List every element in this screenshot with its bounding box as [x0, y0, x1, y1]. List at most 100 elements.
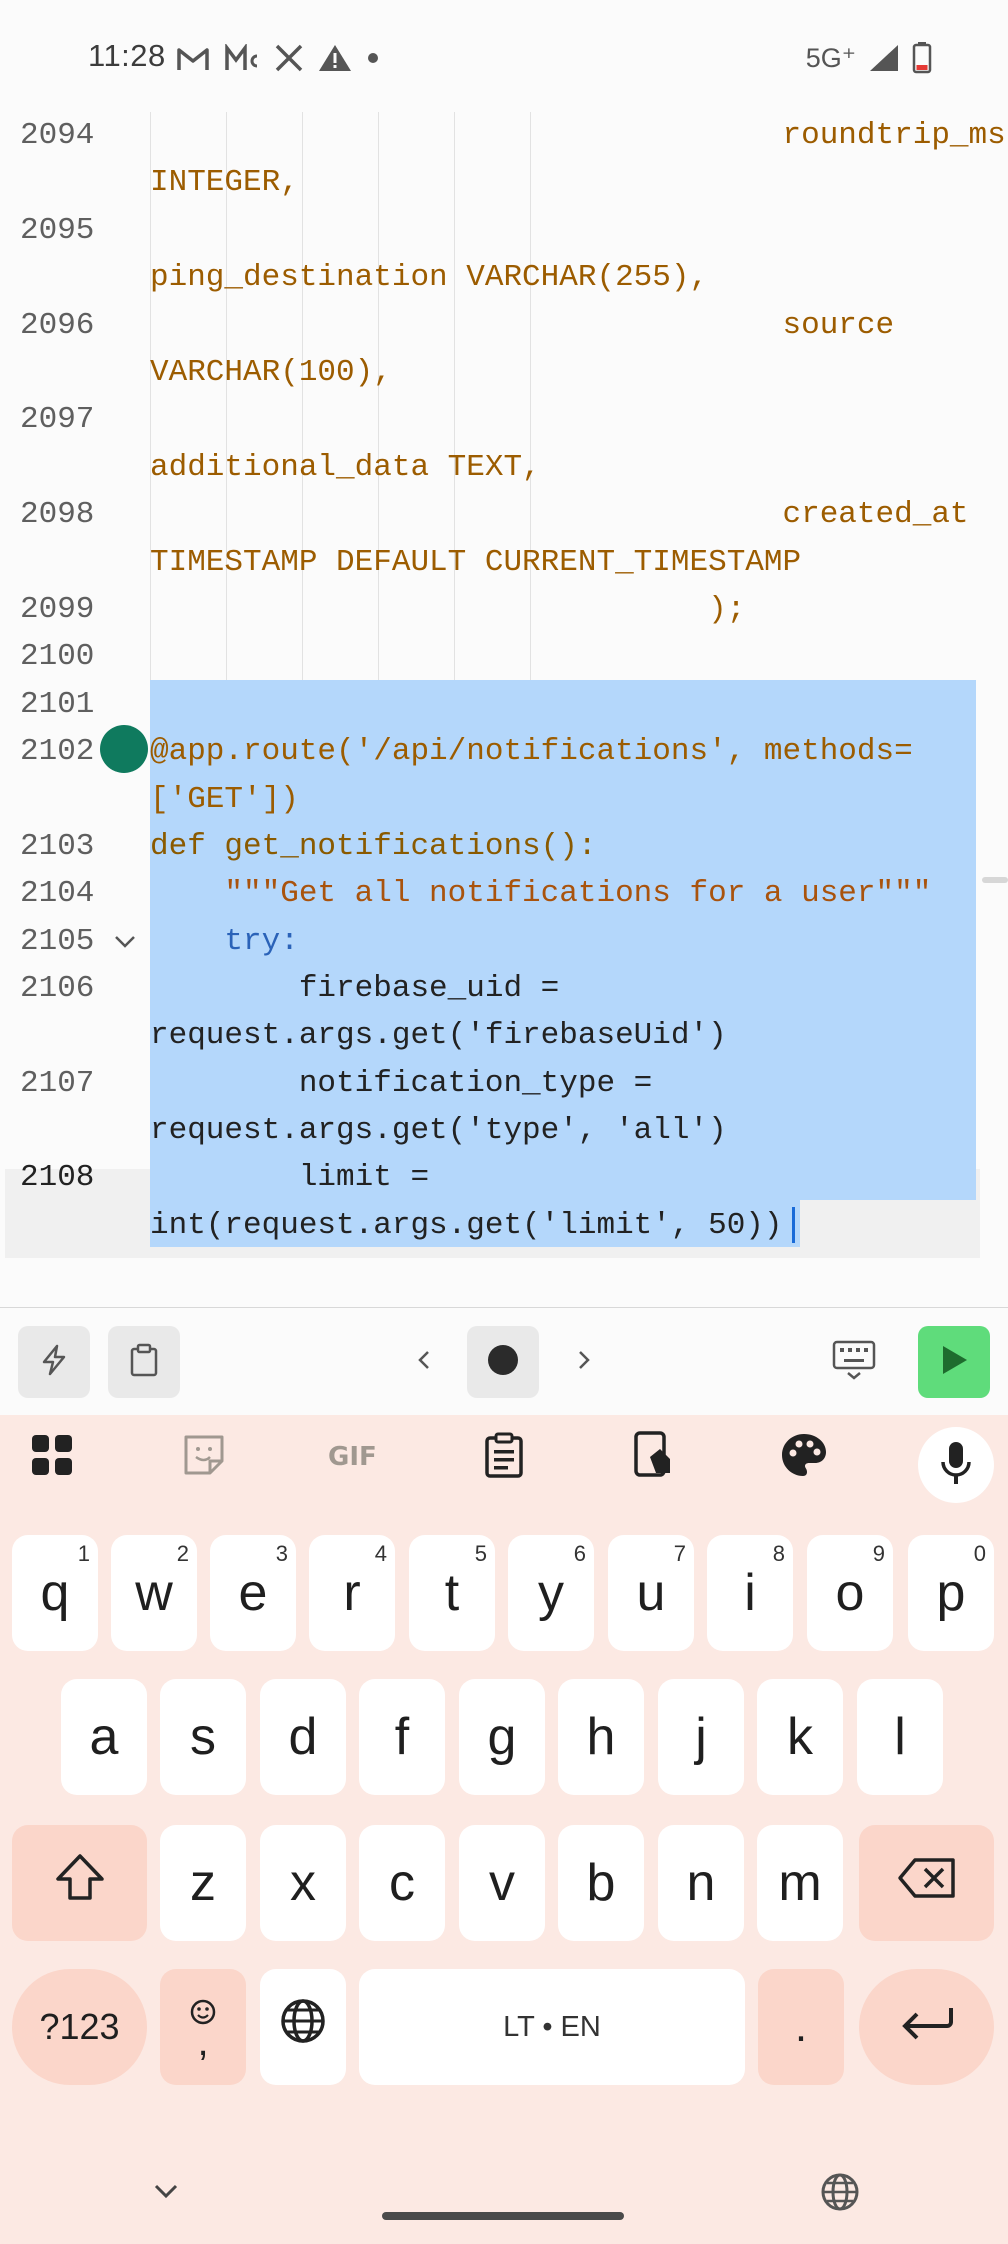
- line-text: @app.route('/api/notifications', methods…: [150, 734, 913, 769]
- line-text: created_at: [150, 497, 969, 532]
- line-text: request.args.get('firebaseUid'): [150, 1018, 727, 1053]
- key-b[interactable]: b: [558, 1825, 644, 1941]
- key-label: p: [936, 1564, 966, 1622]
- key-s[interactable]: s: [160, 1679, 246, 1795]
- line-number: 2096: [20, 308, 95, 343]
- signal-icon: [868, 43, 900, 73]
- enter-key[interactable]: [859, 1969, 994, 2085]
- key-n[interactable]: n: [658, 1825, 744, 1941]
- line-number: 2101: [20, 687, 95, 722]
- apps-grid-button[interactable]: [22, 1427, 82, 1487]
- keyboard-icon: [832, 1340, 876, 1385]
- key-i[interactable]: i8: [707, 1535, 793, 1651]
- key-v[interactable]: v: [459, 1825, 545, 1941]
- key-d[interactable]: d: [260, 1679, 346, 1795]
- key-hint: 5: [474, 1541, 487, 1566]
- line-text: """Get all notifications for a user""": [150, 876, 932, 911]
- microphone-icon: [939, 1440, 973, 1491]
- code-editor[interactable]: 2094 roundtrip_ms INTEGER, 2095 ping_des…: [0, 112, 1008, 1307]
- key-label: r: [343, 1564, 361, 1622]
- clipboard-list-icon: [484, 1432, 524, 1483]
- key-y[interactable]: y6: [508, 1535, 594, 1651]
- language-key[interactable]: [260, 1969, 346, 2085]
- key-f[interactable]: f: [359, 1679, 445, 1795]
- key-label: ?123: [39, 2006, 120, 2047]
- key-label: i: [744, 1564, 756, 1622]
- key-label: j: [695, 1708, 707, 1766]
- key-o[interactable]: o9: [807, 1535, 893, 1651]
- line-text: request.args.get('type', 'all'): [150, 1113, 727, 1148]
- key-p[interactable]: p0: [908, 1535, 994, 1651]
- key-e[interactable]: e3: [210, 1535, 296, 1651]
- line-number: 2105: [20, 924, 95, 959]
- scrollbar-thumb[interactable]: [982, 877, 1008, 883]
- toggle-keyboard-button[interactable]: [818, 1326, 890, 1398]
- key-m[interactable]: m: [757, 1825, 843, 1941]
- key-label: t: [444, 1564, 460, 1622]
- key-h[interactable]: h: [558, 1679, 644, 1795]
- one-handed-button[interactable]: [624, 1427, 684, 1487]
- voice-input-button[interactable]: [918, 1427, 994, 1503]
- notification-icons: [176, 38, 394, 78]
- key-k[interactable]: k: [757, 1679, 843, 1795]
- line-number: 2100: [20, 639, 95, 674]
- key-hint: 3: [275, 1541, 288, 1566]
- key-t[interactable]: t5: [409, 1535, 495, 1651]
- key-l[interactable]: l: [857, 1679, 943, 1795]
- key-label: e: [238, 1564, 268, 1622]
- key-g[interactable]: g: [459, 1679, 545, 1795]
- sticker-button[interactable]: [174, 1427, 234, 1487]
- hide-keyboard-chevron-icon[interactable]: [150, 2178, 182, 2207]
- quick-actions-button[interactable]: [18, 1326, 90, 1398]
- key-a[interactable]: a: [61, 1679, 147, 1795]
- key-x[interactable]: x: [260, 1825, 346, 1941]
- record-icon: [486, 1343, 520, 1382]
- line-text: INTEGER,: [150, 165, 299, 200]
- clipboard-button[interactable]: [108, 1326, 180, 1398]
- key-label: v: [489, 1854, 515, 1912]
- key-label: y: [538, 1564, 564, 1622]
- key-label: h: [586, 1708, 616, 1766]
- period-key[interactable]: .: [758, 1969, 844, 2085]
- line-number: 2094: [20, 118, 95, 153]
- key-r[interactable]: r4: [309, 1535, 395, 1651]
- apps-grid-icon: [30, 1433, 74, 1482]
- breakpoint-marker[interactable]: [100, 725, 148, 773]
- symbols-key[interactable]: ?123: [12, 1969, 147, 2085]
- key-label: ,: [197, 2020, 209, 2064]
- svg-text:GIF: GIF: [328, 1442, 377, 1470]
- theme-button[interactable]: [774, 1427, 834, 1487]
- line-number: 2097: [20, 402, 95, 437]
- fold-chevron-icon[interactable]: [110, 926, 140, 961]
- gif-button[interactable]: GIF: [324, 1427, 384, 1487]
- clipboard-manager-button[interactable]: [474, 1427, 534, 1487]
- key-label: x: [290, 1854, 316, 1912]
- run-button[interactable]: [918, 1326, 990, 1398]
- app-notification-icon: [224, 44, 260, 72]
- line-text: ['GET']): [150, 782, 299, 817]
- system-icons: 5G⁺: [794, 38, 932, 78]
- key-z[interactable]: z: [160, 1825, 246, 1941]
- key-j[interactable]: j: [658, 1679, 744, 1795]
- key-label: z: [190, 1854, 216, 1912]
- line-text: roundtrip_ms: [150, 118, 1006, 153]
- backspace-key[interactable]: [859, 1825, 994, 1941]
- record-button[interactable]: [467, 1326, 539, 1398]
- cursor-right-button[interactable]: [562, 1326, 606, 1398]
- comma-emoji-key[interactable]: ,: [160, 1969, 246, 2085]
- key-u[interactable]: u7: [608, 1535, 694, 1651]
- line-text: int(request.args.get('limit', 50)): [150, 1208, 783, 1243]
- key-q[interactable]: q1: [12, 1535, 98, 1651]
- shift-key[interactable]: [12, 1825, 147, 1941]
- key-label: o: [835, 1564, 865, 1622]
- cursor-left-button[interactable]: [402, 1326, 446, 1398]
- backspace-icon: [897, 1853, 957, 1913]
- key-label: w: [135, 1564, 173, 1622]
- key-w[interactable]: w2: [111, 1535, 197, 1651]
- key-c[interactable]: c: [359, 1825, 445, 1941]
- home-indicator[interactable]: [382, 2212, 624, 2220]
- language-switch-icon[interactable]: [820, 2172, 860, 2217]
- line-number: 2099: [20, 592, 95, 627]
- key-label: b: [586, 1854, 616, 1912]
- space-key[interactable]: LT • EN: [359, 1969, 745, 2085]
